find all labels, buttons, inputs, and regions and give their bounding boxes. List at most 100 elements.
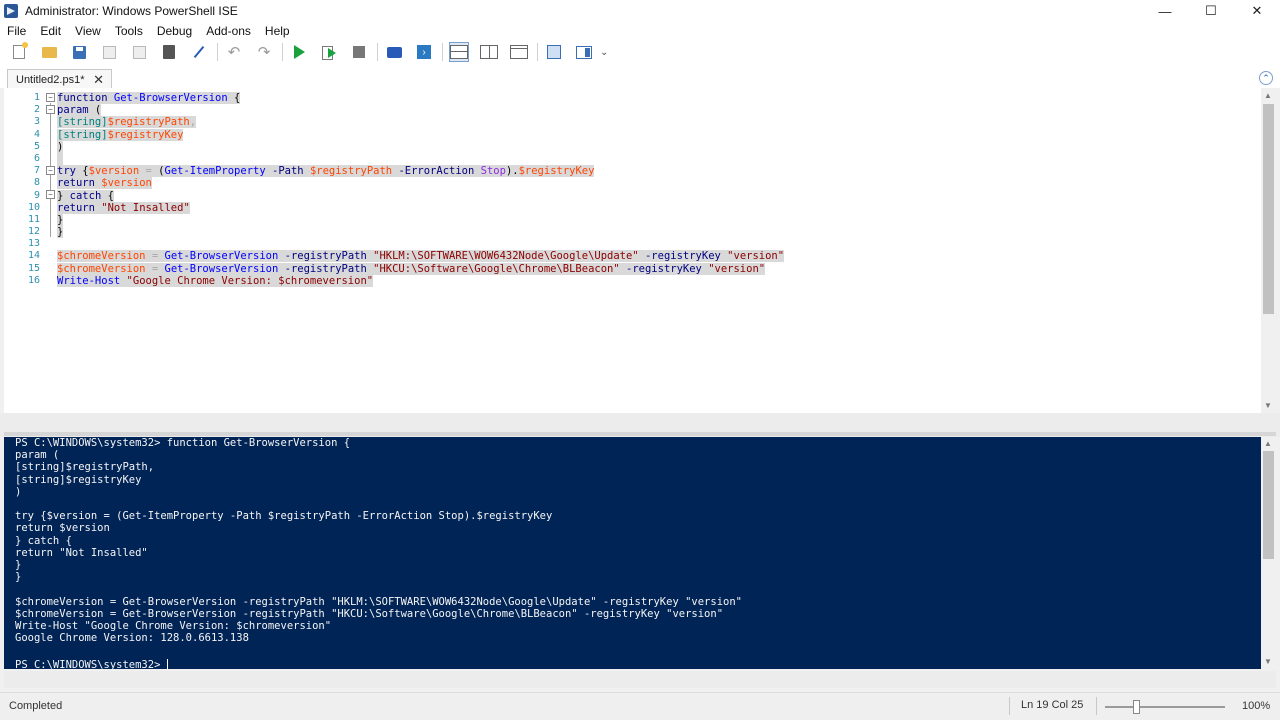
script-pane-top-button[interactable] <box>449 42 469 62</box>
line-number: 11 <box>27 213 40 225</box>
code-token: Stop <box>480 165 506 178</box>
run-script-button[interactable] <box>289 42 309 62</box>
save-button[interactable] <box>69 42 89 62</box>
code-token: Get-BrowserVersion <box>164 250 279 263</box>
code-line[interactable]: $chromeVersion = Get-BrowserVersion -reg… <box>57 262 784 275</box>
zoom-slider-thumb[interactable] <box>1133 700 1141 714</box>
selected-code: $chromeVersion = Get-BrowserVersion -reg… <box>57 250 785 263</box>
code-line[interactable]: try {$version = (Get-ItemProperty -Path … <box>57 165 784 178</box>
close-button[interactable]: ✕ <box>1234 0 1280 22</box>
paste-button[interactable] <box>159 42 179 62</box>
editor-vertical-scrollbar[interactable]: ▲ ▼ <box>1261 88 1276 413</box>
new-script-button[interactable] <box>9 42 29 62</box>
console-horizontal-scrollbar[interactable] <box>4 671 1276 688</box>
scroll-up-icon[interactable]: ▲ <box>1261 91 1275 100</box>
code-line[interactable]: [string]$registryKey <box>57 128 784 141</box>
powershell-console-button[interactable]: › <box>414 42 434 62</box>
run-selection-button[interactable] <box>319 42 339 62</box>
maximize-button[interactable]: ☐ <box>1188 0 1234 22</box>
fold-toggle-icon[interactable]: − <box>46 166 55 175</box>
console-input-line[interactable]: PS C:\WINDOWS\system32> <box>15 659 168 669</box>
console-vertical-scrollbar[interactable]: ▲ ▼ <box>1261 437 1276 669</box>
open-button[interactable] <box>39 42 59 62</box>
copy-button[interactable] <box>129 42 149 62</box>
menu-view[interactable]: View <box>75 24 101 38</box>
new-script-icon <box>13 42 28 59</box>
show-command-window-button[interactable] <box>544 42 564 62</box>
code-line[interactable]: } catch { <box>57 189 784 202</box>
code-line[interactable]: function Get-BrowserVersion { <box>57 92 784 104</box>
code-line[interactable] <box>57 152 784 165</box>
scroll-down-icon[interactable]: ▼ <box>1261 401 1275 410</box>
redo-button[interactable]: ↷ <box>254 42 274 62</box>
code-line[interactable]: } <box>57 226 784 239</box>
zoom-slider[interactable] <box>1105 700 1225 714</box>
fold-line <box>50 115 51 237</box>
line-number: 14 <box>27 250 40 262</box>
code-line[interactable]: [string]$registryPath, <box>57 116 784 129</box>
scroll-up-icon[interactable]: ▲ <box>1261 439 1275 448</box>
window-title: Administrator: Windows PowerShell ISE <box>25 4 238 18</box>
menu-debug[interactable]: Debug <box>157 24 192 38</box>
fold-toggle-icon[interactable]: − <box>46 105 55 114</box>
script-code[interactable]: function Get-BrowserVersion {param ([str… <box>57 92 785 287</box>
line-number: 8 <box>33 177 40 189</box>
zoom-level: 100% <box>1242 700 1271 712</box>
undo-button[interactable]: ↶ <box>224 42 244 62</box>
menu-file[interactable]: File <box>7 24 26 38</box>
code-token: $version <box>88 165 140 178</box>
console-scroll-thumb[interactable] <box>1263 451 1274 559</box>
code-line[interactable]: return $version <box>57 177 784 190</box>
scroll-down-icon[interactable]: ▼ <box>1261 657 1275 666</box>
menu-tools[interactable]: Tools <box>115 24 143 38</box>
code-token: $registryPath <box>309 165 393 178</box>
menu-edit[interactable]: Edit <box>40 24 61 38</box>
clear-console-button[interactable] <box>189 42 209 62</box>
code-token: $registryPath <box>107 116 190 129</box>
script-editor[interactable]: 1 2 3 4 5 6 7 8 9 10 11 12 13 14 15 16 − − − − function… <box>4 88 1261 413</box>
line-number: 5 <box>33 140 40 152</box>
selected-code: [string]$registryKey <box>57 128 184 141</box>
script-pane-maximized-button[interactable] <box>509 42 529 62</box>
code-token: try <box>57 165 76 178</box>
remote-powershell-button[interactable] <box>384 42 404 62</box>
minimize-button[interactable]: — <box>1142 0 1188 22</box>
code-line[interactable] <box>57 238 784 250</box>
menu-add-ons[interactable]: Add-ons <box>206 24 251 38</box>
close-tab-icon[interactable]: ✕ <box>93 72 104 88</box>
code-token: catch <box>69 189 102 202</box>
cut-button[interactable] <box>99 42 119 62</box>
menu-help[interactable]: Help <box>265 24 290 38</box>
editor-scroll-thumb[interactable] <box>1263 104 1274 314</box>
code-line[interactable]: ) <box>57 140 784 153</box>
code-line[interactable]: } <box>57 213 784 226</box>
console-output-line: return "Not Insalled" <box>15 546 148 559</box>
code-line[interactable]: $chromeVersion = Get-BrowserVersion -reg… <box>57 250 785 263</box>
collapse-script-pane-icon[interactable]: ⌃ <box>1259 71 1273 85</box>
console-pane[interactable]: PS C:\WINDOWS\system32> function Get-Bro… <box>4 437 1261 669</box>
fold-toggle-icon[interactable]: − <box>46 93 55 102</box>
console-output-line: param ( <box>15 449 60 462</box>
toolbar-overflow-icon[interactable]: ⌄ <box>600 47 608 58</box>
clear-console-icon <box>192 45 206 59</box>
stop-button[interactable] <box>349 42 369 62</box>
script-tab-strip: Untitled2.ps1* ✕ ⌃ <box>0 64 1280 89</box>
script-tab-untitled2[interactable]: Untitled2.ps1* ✕ <box>7 69 112 89</box>
pane-splitter-bar[interactable] <box>4 432 1276 436</box>
fold-toggle-icon[interactable]: − <box>46 190 55 199</box>
script-pane-right-button[interactable] <box>479 42 499 62</box>
script-tab-label: Untitled2.ps1* <box>16 73 85 86</box>
code-token: return <box>57 201 95 214</box>
code-token: [string] <box>57 116 108 129</box>
toolbar-separator <box>282 43 283 61</box>
code-line[interactable]: Write-Host "Google Chrome Version: $chro… <box>57 274 784 287</box>
open-icon <box>41 46 57 58</box>
code-line[interactable]: param ( <box>57 104 784 117</box>
code-line[interactable]: return "Not Insalled" <box>57 201 784 214</box>
show-command-addon-button[interactable] <box>574 42 594 62</box>
pane-splitter[interactable] <box>0 413 1280 437</box>
line-number: 13 <box>27 238 40 250</box>
console-output-line: $chromeVersion = Get-BrowserVersion -reg… <box>15 607 724 620</box>
code-token: $registryKey <box>518 165 595 178</box>
console-output-line: } <box>15 571 22 584</box>
